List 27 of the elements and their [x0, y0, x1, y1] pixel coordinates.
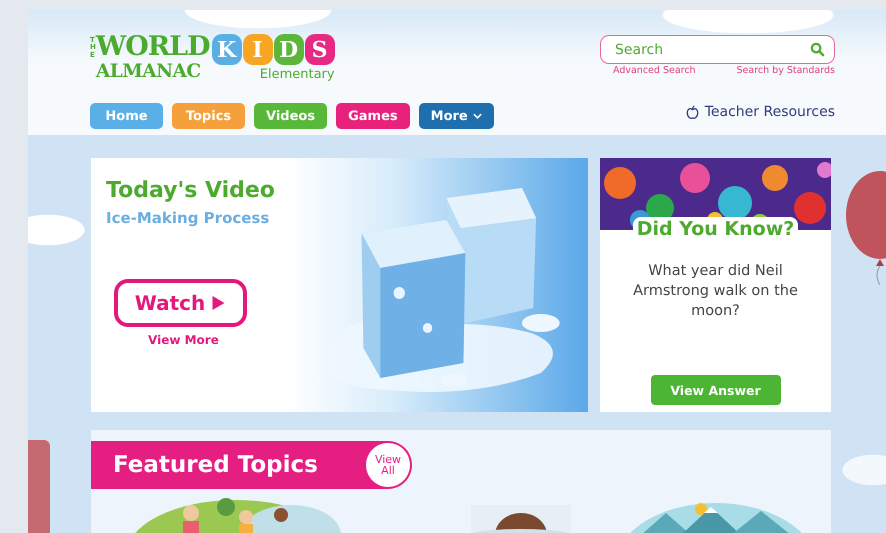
nav-button[interactable]: Videos [254, 103, 328, 129]
view-more-link[interactable]: View More [148, 333, 296, 347]
logo-text: WORLD [96, 33, 210, 61]
caret-icon [472, 113, 482, 119]
nav-button[interactable]: Games [336, 103, 410, 129]
featured-heading: Featured Topics [113, 452, 318, 478]
logo-letter-tile: S [304, 34, 335, 65]
teacher-resources-link[interactable]: Teacher Resources [686, 104, 835, 120]
apple-icon [686, 104, 699, 120]
watch-button[interactable]: Watch [114, 279, 247, 327]
video-heading: Today's Video [106, 178, 276, 203]
search-link[interactable]: Advanced Search [613, 65, 696, 76]
nav-button[interactable]: Home [90, 103, 163, 129]
logo-letter-tile: I [242, 34, 273, 65]
logo-letter-tile: D [274, 34, 304, 65]
search-link[interactable]: Search by Standards [736, 65, 835, 76]
logo-letter-tile: K [212, 34, 242, 65]
question-text: What year did Neil Armstrong walk on the moon? [632, 262, 799, 321]
logo-subtitle: Elementary [260, 67, 335, 82]
search-icon [810, 42, 825, 57]
search-field[interactable]: Search [600, 35, 835, 64]
play-icon [211, 295, 226, 311]
video-title: Ice-Making Process [106, 209, 270, 227]
view-all-button[interactable]: View All [366, 443, 410, 487]
nav-button[interactable]: More [418, 103, 494, 129]
logo-text: ALMANAC [96, 61, 202, 83]
view-answer-button[interactable]: View Answer [650, 375, 780, 405]
